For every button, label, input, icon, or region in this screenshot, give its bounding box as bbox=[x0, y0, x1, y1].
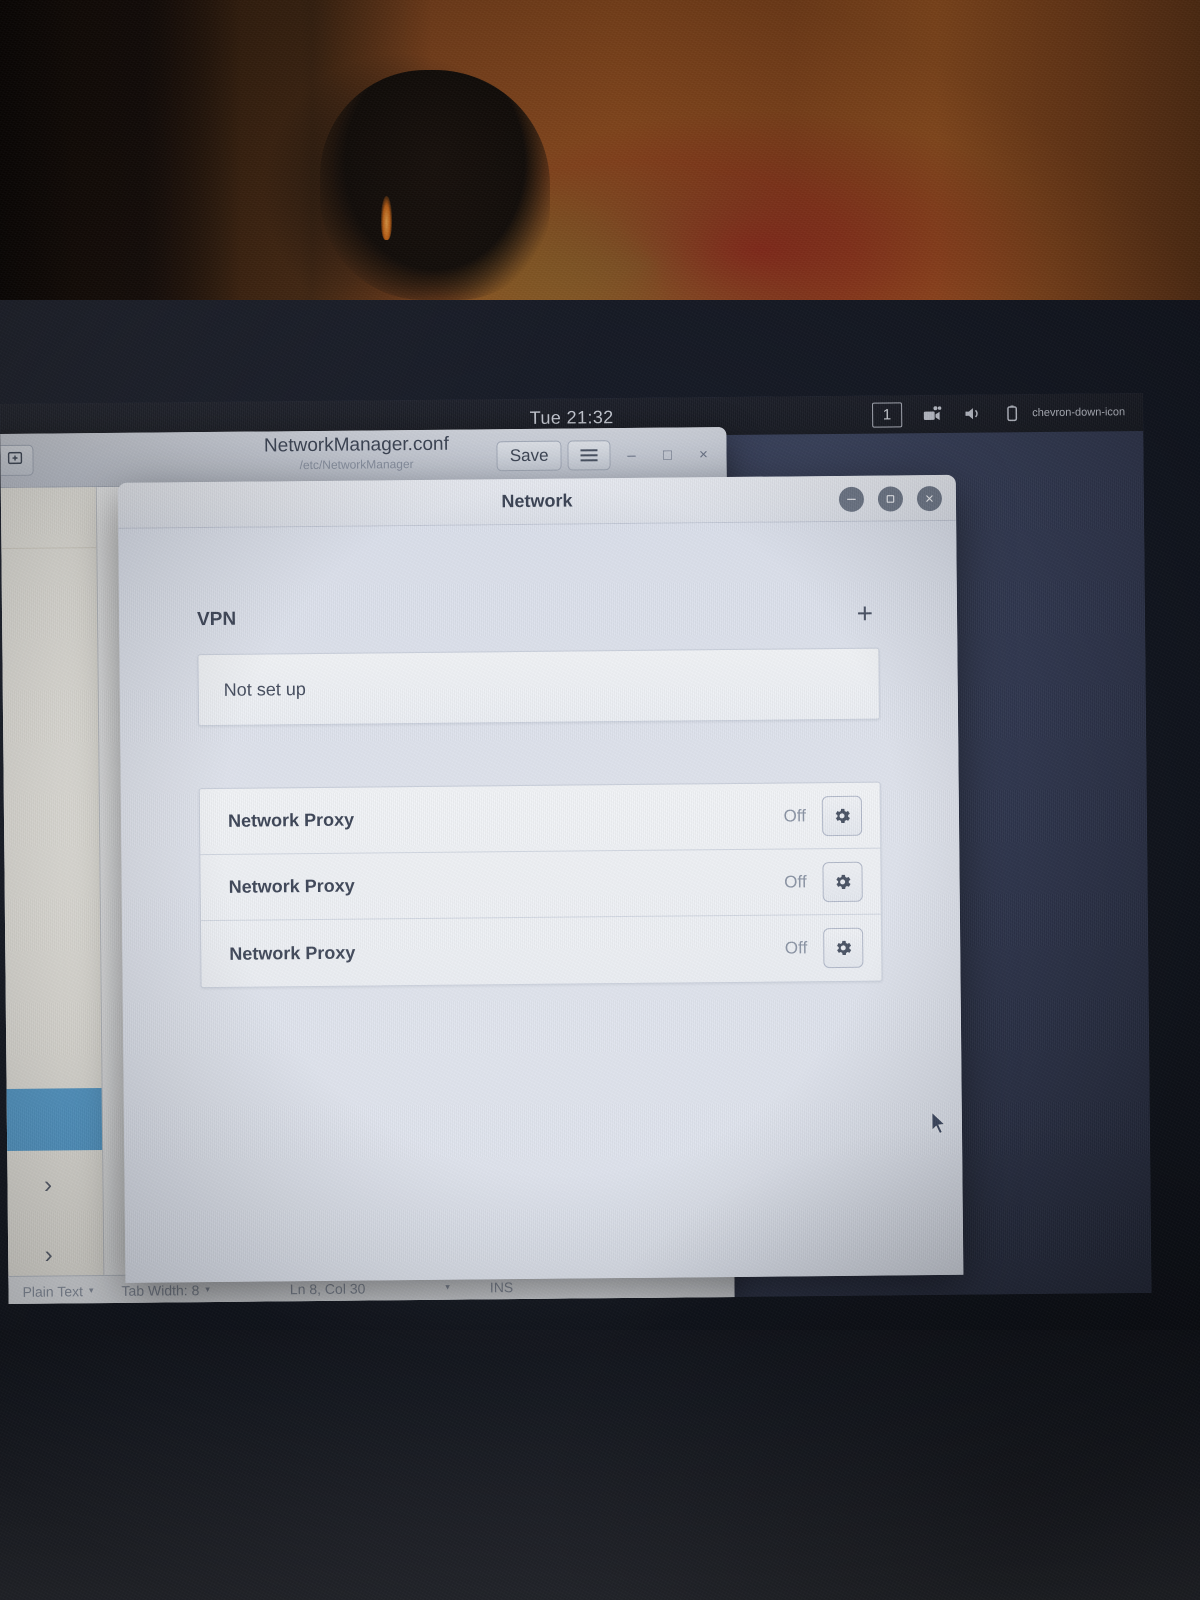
side-panel-row[interactable] bbox=[0, 788, 99, 849]
status-badge: Off bbox=[783, 805, 807, 825]
editor-minimize-button[interactable]: – bbox=[616, 441, 646, 469]
list-item[interactable]: Network Proxy Off bbox=[200, 848, 881, 922]
list-item[interactable]: Network Proxy Off bbox=[199, 782, 881, 856]
status-cursor-position: Ln 8, Col 30 bbox=[289, 1280, 366, 1297]
proxy-name: Network Proxy bbox=[227, 809, 355, 831]
gear-icon[interactable] bbox=[822, 861, 863, 902]
network-window-controls bbox=[838, 475, 943, 522]
network-header-bar: Network bbox=[117, 474, 957, 529]
add-vpn-button[interactable]: + bbox=[851, 598, 880, 629]
room-grain-overlay bbox=[0, 0, 1200, 310]
save-button[interactable]: Save bbox=[496, 440, 562, 472]
side-panel-row[interactable] bbox=[0, 548, 97, 609]
laptop-deck bbox=[0, 1330, 1200, 1600]
volume-icon[interactable] bbox=[962, 404, 982, 424]
room-background bbox=[0, 0, 1200, 310]
chevron-down-icon[interactable]: ▾ bbox=[205, 1284, 210, 1295]
chevron-down-icon[interactable]: chevron-down-icon bbox=[1032, 406, 1125, 419]
vpn-section-header: VPN + bbox=[196, 598, 880, 635]
network-content: VPN + Not set up Network Proxy Off Netwo… bbox=[118, 520, 964, 1283]
gear-icon[interactable] bbox=[823, 927, 864, 969]
side-panel-row[interactable] bbox=[0, 1028, 102, 1089]
status-tab-width[interactable]: Tab Width: 8 ▾ bbox=[121, 1282, 210, 1299]
status-language[interactable]: Plain Text ▾ bbox=[22, 1283, 93, 1300]
photograph-of-laptop-screen: Tue 21:32 1 chevron-down-icon NetworkMan… bbox=[0, 0, 1200, 1600]
hamburger-menu-icon[interactable] bbox=[567, 440, 611, 471]
proxy-list: Network Proxy Off Network Proxy Off Netw… bbox=[198, 781, 883, 989]
chevron-down-icon[interactable]: ▾ bbox=[89, 1285, 94, 1296]
status-badge: Off bbox=[784, 938, 808, 958]
side-panel-row[interactable] bbox=[0, 608, 98, 669]
laptop-screen: Tue 21:32 1 chevron-down-icon NetworkMan… bbox=[0, 393, 1152, 1304]
vpn-status-label: Not set up bbox=[223, 678, 306, 700]
side-panel-row[interactable] bbox=[0, 848, 100, 909]
vpn-section-title: VPN bbox=[196, 608, 237, 631]
battery-icon[interactable] bbox=[1002, 403, 1022, 423]
chevron-down-icon[interactable]: ▾ bbox=[445, 1282, 450, 1293]
editor-side-panel[interactable]: › › bbox=[0, 487, 105, 1279]
proxy-name: Network Proxy bbox=[228, 875, 355, 897]
system-tray: 1 chevron-down-icon bbox=[871, 393, 1126, 433]
status-badge: Off bbox=[784, 871, 807, 891]
editor-close-button[interactable]: × bbox=[688, 440, 718, 468]
side-panel-row[interactable] bbox=[0, 968, 101, 1029]
page-title: Network bbox=[501, 490, 573, 512]
screencast-icon[interactable] bbox=[922, 404, 942, 424]
side-panel-row[interactable] bbox=[0, 487, 96, 548]
workspace-indicator[interactable]: 1 bbox=[871, 401, 903, 428]
side-panel-row[interactable] bbox=[0, 728, 99, 789]
status-extra-menu[interactable]: ▾ bbox=[445, 1282, 450, 1293]
side-panel-selected-row[interactable] bbox=[0, 1088, 103, 1152]
network-settings-window[interactable]: Network VPN + Not set up Network Proxy O… bbox=[117, 474, 964, 1283]
side-panel-row[interactable] bbox=[0, 668, 98, 729]
proxy-name: Network Proxy bbox=[229, 942, 356, 964]
vpn-status-card[interactable]: Not set up bbox=[197, 647, 881, 727]
status-insert-mode: INS bbox=[489, 1278, 514, 1295]
chevron-right-icon[interactable]: › bbox=[0, 1150, 103, 1221]
side-panel-row[interactable] bbox=[0, 908, 100, 969]
editor-maximize-button[interactable]: □ bbox=[652, 440, 682, 468]
maximize-icon[interactable] bbox=[877, 485, 904, 512]
list-item[interactable]: Network Proxy Off bbox=[201, 915, 882, 988]
editor-header-actions: Save – □ × bbox=[496, 427, 719, 483]
close-icon[interactable] bbox=[916, 485, 943, 511]
gear-icon[interactable] bbox=[821, 795, 863, 836]
new-document-icon[interactable] bbox=[0, 444, 34, 477]
mouse-cursor bbox=[930, 1110, 948, 1137]
minimize-icon[interactable] bbox=[838, 486, 865, 512]
